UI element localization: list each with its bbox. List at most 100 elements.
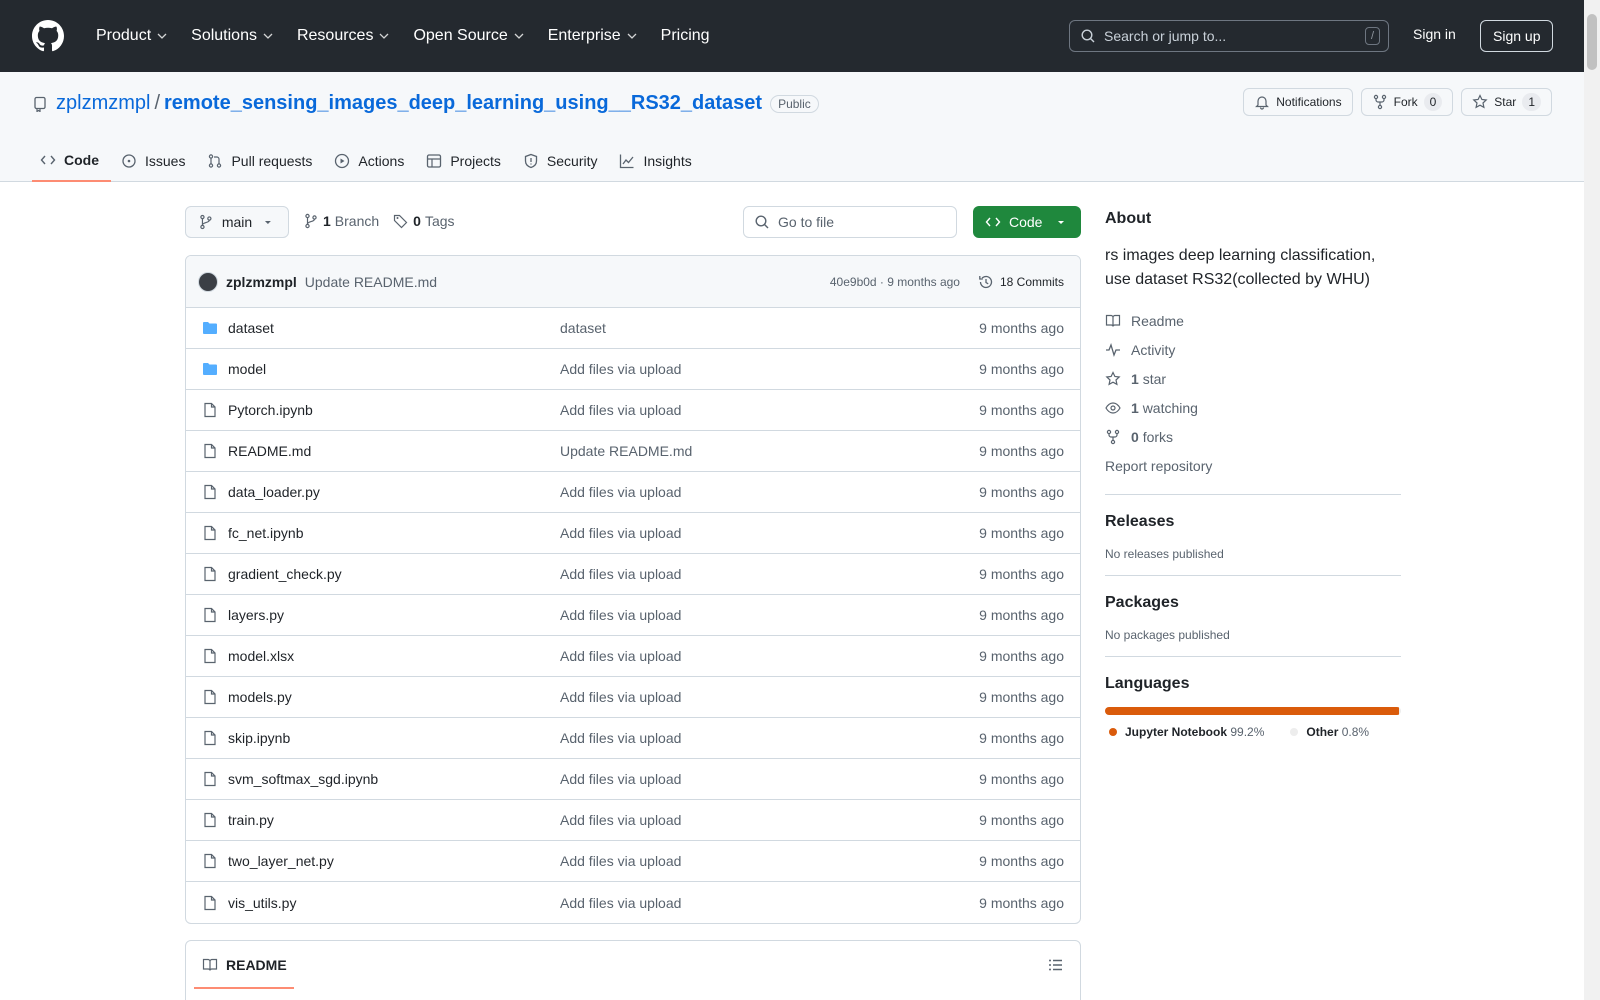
code-dropdown-button[interactable]: Code xyxy=(973,206,1081,238)
avatar[interactable] xyxy=(198,271,218,292)
file-name-link[interactable]: model.xlsx xyxy=(228,648,560,664)
commits-count: 18 Commits xyxy=(999,274,1064,289)
tags-link[interactable]: 0 Tags xyxy=(393,213,455,229)
table-row: data_loader.py Add files via upload 9 mont… xyxy=(186,472,1080,513)
file-commit-message-link[interactable]: Add files via upload xyxy=(560,853,944,869)
report-repository-link[interactable]: Report repository xyxy=(1105,451,1401,480)
language-bar-segment xyxy=(1105,707,1399,715)
commit-hash-time[interactable]: 40e9b0d · 9 months ago xyxy=(830,275,960,289)
file-commit-message-link[interactable]: dataset xyxy=(560,320,944,336)
nav-solutions[interactable]: Solutions xyxy=(181,21,283,51)
file-name-link[interactable]: train.py xyxy=(228,812,560,828)
table-row: vis_utils.py Add files via upload 9 months… xyxy=(186,882,1080,923)
stars-link[interactable]: 1 star xyxy=(1105,364,1401,393)
branch-select-button[interactable]: main xyxy=(185,206,289,238)
tab-insights[interactable]: Insights xyxy=(611,140,703,182)
nav-label: Pricing xyxy=(660,27,710,44)
commit-message-link[interactable]: Update README.md xyxy=(305,274,437,290)
fork-button[interactable]: Fork 0 xyxy=(1360,88,1454,116)
scrollbar-thumb[interactable] xyxy=(1587,14,1597,70)
readme-tab[interactable]: README xyxy=(186,941,1080,989)
language-item[interactable]: Jupyter Notebook 99.2% xyxy=(1105,725,1264,739)
file-name-link[interactable]: fc_net.ipynb xyxy=(228,525,560,541)
go-to-file-input[interactable]: Go to file xyxy=(743,206,957,238)
file-commit-message-link[interactable]: Add files via upload xyxy=(560,730,944,746)
tab-issues[interactable]: Issues xyxy=(113,140,197,182)
file-commit-message-link[interactable]: Update README.md xyxy=(560,443,944,459)
nav-enterprise[interactable]: Enterprise xyxy=(538,21,647,51)
watching-link[interactable]: 1 watching xyxy=(1105,393,1401,422)
github-logo-icon[interactable] xyxy=(32,20,64,52)
search-input[interactable]: Search or jump to... / xyxy=(1069,20,1389,52)
file-icon xyxy=(204,402,216,418)
tab-projects[interactable]: Projects xyxy=(418,140,513,182)
file-commit-message-link[interactable]: Add files via upload xyxy=(560,484,944,500)
eye-icon xyxy=(1105,401,1121,414)
forks-link[interactable]: 0 forks xyxy=(1105,422,1401,451)
file-icon xyxy=(204,771,216,787)
file-commit-message-link[interactable]: Add files via upload xyxy=(560,402,944,418)
watching-count: 1 xyxy=(1131,399,1139,416)
file-commit-message-link[interactable]: Add files via upload xyxy=(560,361,944,377)
tab-actions[interactable]: Actions xyxy=(326,140,416,182)
file-name-link[interactable]: models.py xyxy=(228,689,560,705)
table-row: models.py Add files via upload 9 months ag… xyxy=(186,677,1080,718)
star-button[interactable]: Star 1 xyxy=(1461,88,1552,116)
file-list: zplzmzmpl Update README.md 40e9b0d · 9 m… xyxy=(185,255,1081,924)
repo-owner-link[interactable]: zplzmzmpl xyxy=(56,92,150,115)
file-name-link[interactable]: vis_utils.py xyxy=(228,895,560,911)
branches-link[interactable]: 1 Branch xyxy=(303,213,379,229)
file-commit-message-link[interactable]: Add files via upload xyxy=(560,566,944,582)
file-name-link[interactable]: gradient_check.py xyxy=(228,566,560,582)
file-name-link[interactable]: two_layer_net.py xyxy=(228,853,560,869)
file-commit-message-link[interactable]: Add files via upload xyxy=(560,689,944,705)
list-unordered-icon[interactable] xyxy=(1048,957,1064,973)
readme-link[interactable]: Readme xyxy=(1105,306,1401,335)
chevron-down-icon xyxy=(157,33,167,39)
vertical-scrollbar[interactable] xyxy=(1584,0,1600,1000)
file-commit-message-link[interactable]: Add files via upload xyxy=(560,607,944,623)
table-row: model Add files via upload 9 months ago xyxy=(186,349,1080,390)
file-name-link[interactable]: dataset xyxy=(228,320,560,336)
notifications-button[interactable]: Notifications xyxy=(1243,88,1353,116)
file-name-link[interactable]: layers.py xyxy=(228,607,560,623)
file-name-link[interactable]: Pytorch.ipynb xyxy=(228,402,560,418)
latest-commit: zplzmzmpl Update README.md 40e9b0d · 9 m… xyxy=(186,256,1080,308)
branch-meta: 1 Branch 0 Tags xyxy=(303,213,455,229)
tab-pull-requests[interactable]: Pull requests xyxy=(199,140,324,182)
nav-pricing[interactable]: Pricing xyxy=(651,21,720,51)
file-commit-message-link[interactable]: Add files via upload xyxy=(560,525,944,541)
commit-author-link[interactable]: zplzmzmpl xyxy=(226,274,297,290)
file-commit-time: 9 months ago xyxy=(979,566,1064,582)
packages-heading[interactable]: Packages xyxy=(1105,594,1401,612)
tag-label: Tags xyxy=(424,213,455,229)
language-percent: 0.8% xyxy=(1341,725,1370,739)
file-commit-time: 9 months ago xyxy=(979,853,1064,869)
signin-link[interactable]: Sign in xyxy=(1413,26,1456,42)
file-name-link[interactable]: data_loader.py xyxy=(228,484,560,500)
file-commit-message-link[interactable]: Add files via upload xyxy=(560,812,944,828)
repo-name-link[interactable]: remote_sensing_images_deep_learning_usin… xyxy=(164,92,762,115)
nav-product[interactable]: Product xyxy=(86,21,177,51)
search-icon xyxy=(755,215,769,229)
nav-resources[interactable]: Resources xyxy=(287,21,399,51)
language-bar-segment xyxy=(1398,707,1401,715)
file-icon xyxy=(204,525,216,541)
file-name-link[interactable]: model xyxy=(228,361,560,377)
file-commit-message-link[interactable]: Add files via upload xyxy=(560,895,944,911)
file-name-link[interactable]: README.md xyxy=(228,443,560,459)
signup-button[interactable]: Sign up xyxy=(1480,20,1554,52)
activity-link[interactable]: Activity xyxy=(1105,335,1401,364)
nav-open-source[interactable]: Open Source xyxy=(403,21,533,51)
commits-history-link[interactable]: 18 Commits xyxy=(978,274,1064,290)
file-name-link[interactable]: skip.ipynb xyxy=(228,730,560,746)
file-commit-message-link[interactable]: Add files via upload xyxy=(560,771,944,787)
languages-heading: Languages xyxy=(1105,675,1190,692)
tab-security[interactable]: Security xyxy=(515,140,610,182)
language-item[interactable]: Other 0.8% xyxy=(1286,725,1369,739)
tab-code[interactable]: Code xyxy=(32,140,111,182)
chevron-down-icon xyxy=(627,33,637,39)
releases-heading[interactable]: Releases xyxy=(1105,513,1401,531)
file-commit-message-link[interactable]: Add files via upload xyxy=(560,648,944,664)
file-name-link[interactable]: svm_softmax_sgd.ipynb xyxy=(228,771,560,787)
